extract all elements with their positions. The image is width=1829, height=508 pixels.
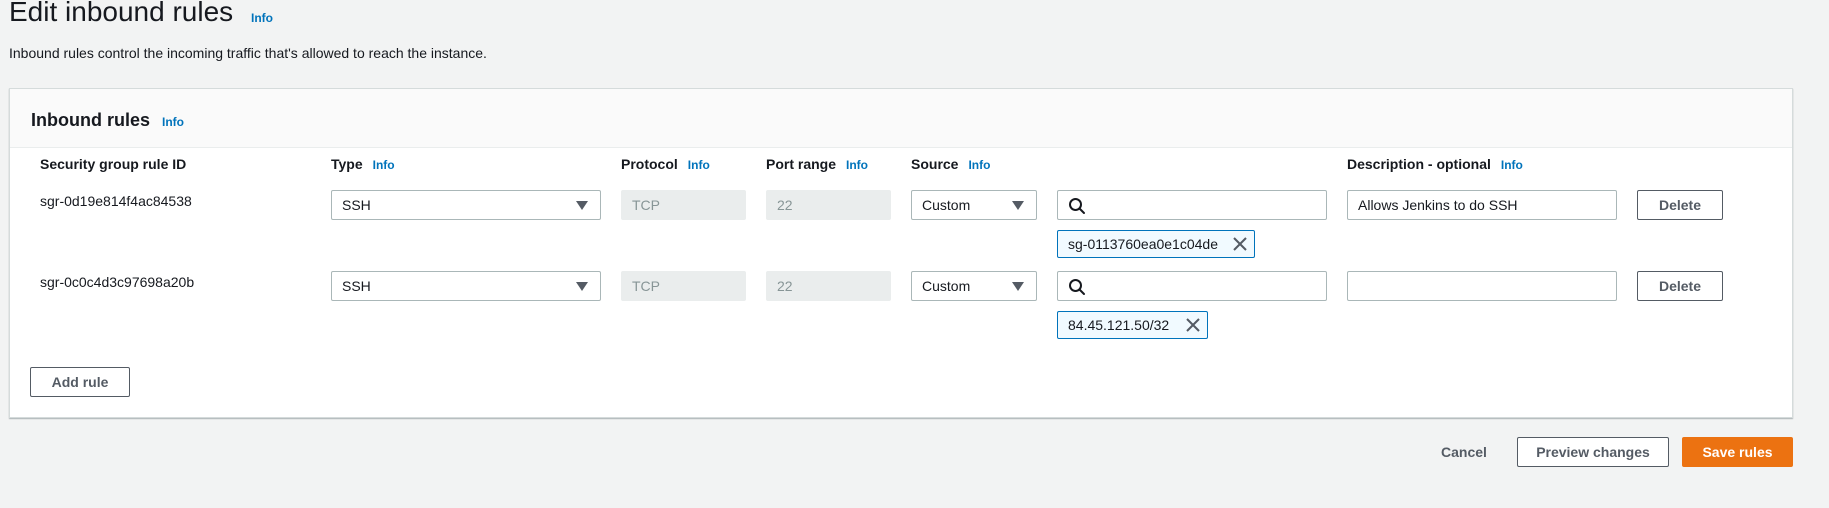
rule-id: sgr-0d19e814f4ac84538 [40,193,192,209]
remove-token-button[interactable] [1232,236,1248,255]
col-description: Description - optional Info [1347,156,1523,172]
search-icon [1069,198,1085,214]
panel-header: Inbound rules Info [10,89,1792,148]
protocol-field: TCP [621,190,746,220]
add-rule-button[interactable]: Add rule [30,367,130,397]
preview-changes-button[interactable]: Preview changes [1517,437,1669,467]
close-icon [1233,237,1247,251]
source-type-select[interactable]: Custom [911,190,1037,220]
remove-token-button[interactable] [1185,317,1201,336]
delete-rule-button[interactable]: Delete [1637,271,1723,301]
col-description-label: Description - optional [1347,156,1491,172]
description-input[interactable] [1347,271,1617,301]
caret-down-icon [576,282,588,291]
col-rule-id-label: Security group rule ID [40,156,187,172]
source-token: 84.45.121.50/32 [1057,311,1208,339]
type-select-value: SSH [342,278,371,294]
col-source-label: Source [911,156,959,172]
title-info-link[interactable]: Info [251,11,273,25]
source-token-label: 84.45.121.50/32 [1068,317,1170,333]
type-select[interactable]: SSH [331,190,601,220]
col-description-info-link[interactable]: Info [1501,158,1523,172]
panel-info-link[interactable]: Info [162,115,184,129]
port-range-field: 22 [766,190,891,220]
close-icon [1186,318,1200,332]
protocol-field: TCP [621,271,746,301]
cancel-button[interactable]: Cancel [1441,444,1487,460]
col-protocol: Protocol Info [621,156,710,172]
source-search-input[interactable] [1057,190,1327,220]
source-token-label: sg-0113760ea0e1c04de [1068,236,1218,252]
inbound-rules-panel: Inbound rules Info Security group rule I… [9,88,1793,418]
page-description: Inbound rules control the incoming traff… [9,45,487,61]
col-rule-id: Security group rule ID [40,156,186,172]
page-title: Edit inbound rules [9,0,234,27]
source-token: sg-0113760ea0e1c04de [1057,230,1255,258]
save-rules-button[interactable]: Save rules [1682,437,1793,467]
rule-id: sgr-0c0c4d3c97698a20b [40,274,195,290]
source-search-input[interactable] [1057,271,1327,301]
search-icon [1069,279,1085,295]
col-protocol-info-link[interactable]: Info [688,158,710,172]
type-select-value: SSH [342,197,371,213]
col-source-info-link[interactable]: Info [968,158,990,172]
col-source: Source Info [911,156,990,172]
delete-rule-button[interactable]: Delete [1637,190,1723,220]
source-type-select[interactable]: Custom [911,271,1037,301]
panel-title: Inbound rules [31,110,150,130]
col-port-range-label: Port range [766,156,837,172]
description-input[interactable]: Allows Jenkins to do SSH [1347,190,1617,220]
source-type-value: Custom [922,278,971,294]
col-type-info-link[interactable]: Info [373,158,395,172]
col-type-label: Type [331,156,363,172]
col-type: Type Info [331,156,395,172]
caret-down-icon [576,201,588,210]
caret-down-icon [1012,282,1024,291]
type-select[interactable]: SSH [331,271,601,301]
source-type-value: Custom [922,197,971,213]
col-protocol-label: Protocol [621,156,678,172]
col-port-range: Port range Info [766,156,868,172]
caret-down-icon [1012,201,1024,210]
col-port-range-info-link[interactable]: Info [846,158,868,172]
port-range-field: 22 [766,271,891,301]
